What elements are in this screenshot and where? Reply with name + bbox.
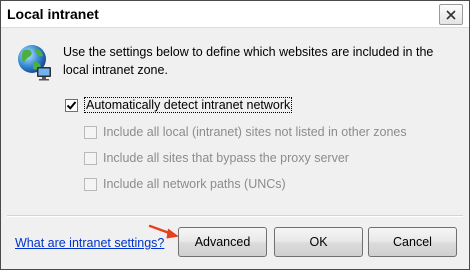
red-arrow-icon: [148, 224, 179, 239]
local-sites-checkbox: [84, 125, 97, 139]
close-button[interactable]: [439, 4, 463, 25]
dialog-title: Local intranet: [7, 6, 99, 22]
close-icon: [446, 9, 456, 20]
local-sites-label: Include all local (intranet) sites not l…: [103, 125, 407, 139]
advanced-button[interactable]: Advanced: [178, 227, 267, 257]
bypass-proxy-label: Include all sites that bypass the proxy …: [103, 151, 349, 165]
network-paths-label: Include all network paths (UNCs): [103, 177, 286, 191]
intro-text: Use the settings below to define which w…: [63, 45, 434, 77]
auto-detect-checkbox[interactable]: [65, 98, 78, 112]
local-sites-option: Include all local (intranet) sites not l…: [84, 125, 407, 139]
bypass-proxy-option: Include all sites that bypass the proxy …: [84, 151, 349, 165]
cancel-button[interactable]: Cancel: [368, 227, 457, 257]
auto-detect-label: Automatically detect intranet network: [84, 97, 293, 113]
separator: [7, 215, 463, 217]
auto-detect-option[interactable]: Automatically detect intranet network: [65, 97, 293, 113]
title-bar[interactable]: Local intranet: [1, 1, 469, 28]
intranet-settings-help-link[interactable]: What are intranet settings?: [15, 236, 164, 250]
bypass-proxy-checkbox: [84, 151, 97, 165]
local-intranet-dialog: Local intranet Use the settings below to…: [0, 0, 470, 270]
checkmark-icon: [66, 100, 77, 110]
network-paths-checkbox: [84, 177, 97, 191]
ok-button[interactable]: OK: [274, 227, 363, 257]
globe-network-icon: [15, 42, 55, 82]
network-paths-option: Include all network paths (UNCs): [84, 177, 286, 191]
